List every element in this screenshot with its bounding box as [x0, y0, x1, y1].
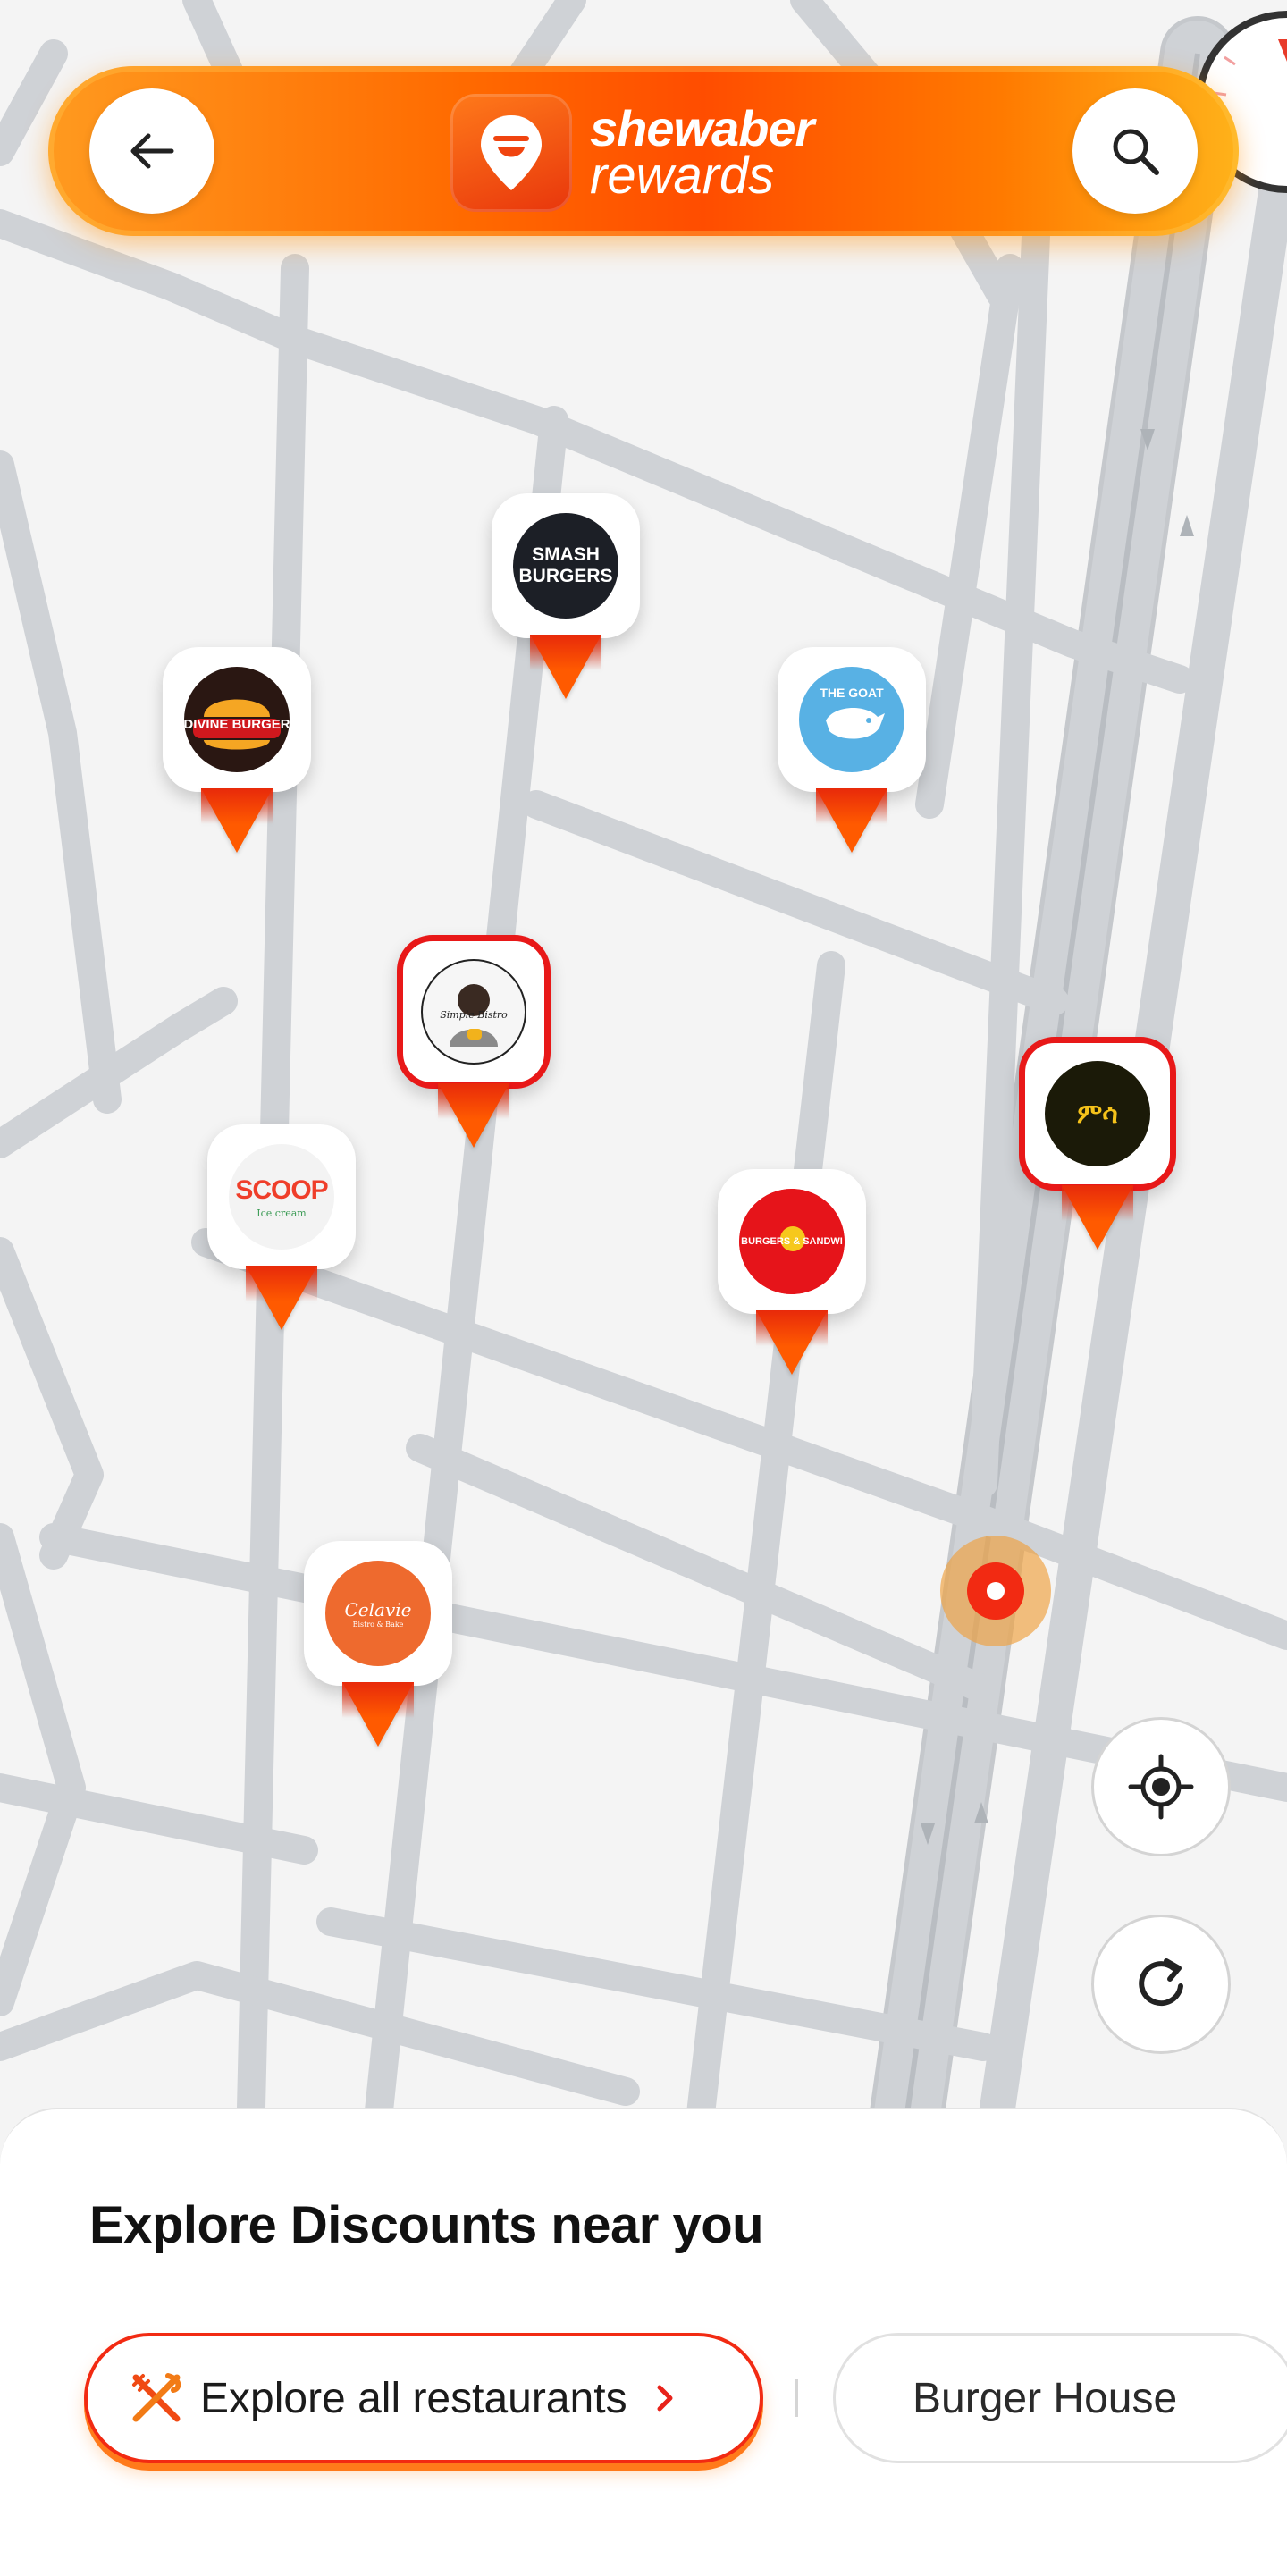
restaurant-pin-burgers-sandwich[interactable]: BURGERS & SANDWI	[718, 1169, 866, 1375]
svg-text:BURGERS & SANDWI: BURGERS & SANDWI	[741, 1236, 843, 1247]
pin-pointer-icon	[816, 788, 887, 853]
restaurant-logo: Celavie Bistro & Bake	[325, 1561, 431, 1666]
chip-label: Burger House	[913, 2374, 1178, 2422]
restaurant-pin-divine-burger[interactable]: DIVINE BURGER	[163, 647, 311, 853]
restaurant-pin-celavie[interactable]: Celavie Bistro & Bake	[304, 1541, 452, 1747]
restaurant-pin-simple-bistro[interactable]: Simple Bistro	[397, 935, 551, 1148]
chip-explore-all-restaurants[interactable]: Explore all restaurants	[84, 2333, 763, 2463]
svg-text:THE GOAT: THE GOAT	[820, 686, 884, 700]
category-chips: Explore all restaurants Burger House	[84, 2333, 1287, 2467]
restaurant-logo: THE GOAT	[799, 667, 904, 772]
brand-logo-icon	[450, 94, 572, 212]
recenter-button[interactable]	[1091, 1717, 1231, 1856]
restaurant-logo: SCOOP Ice cream	[229, 1144, 334, 1250]
sheet-title: Explore Discounts near you	[89, 2196, 764, 2254]
chevron-right-icon	[657, 2385, 673, 2412]
restaurant-logo: ምሳ	[1045, 1061, 1150, 1166]
pin-pointer-icon	[1062, 1185, 1133, 1250]
restaurant-pin-the-goat[interactable]: THE GOAT	[778, 647, 926, 853]
crosshair-icon	[1128, 1754, 1194, 1820]
refresh-button[interactable]	[1091, 1915, 1231, 2054]
restaurant-pin-smash-burgers[interactable]: SMASH BURGERS	[492, 493, 640, 699]
pin-pointer-icon	[438, 1083, 509, 1148]
refresh-icon	[1139, 1958, 1183, 2007]
pin-pointer-icon	[246, 1266, 317, 1330]
chip-label: Explore all restaurants	[200, 2374, 627, 2422]
restaurant-logo: Simple Bistro	[421, 959, 526, 1065]
top-bar: shewaber rewards	[48, 66, 1239, 236]
current-location-marker	[940, 1536, 1051, 1646]
pin-pointer-icon	[756, 1310, 828, 1375]
restaurant-logo: BURGERS & SANDWI	[739, 1189, 845, 1294]
brand-subtitle: rewards	[590, 147, 775, 205]
arrow-left-icon	[130, 133, 174, 169]
restaurant-logo: SMASH BURGERS	[513, 513, 618, 619]
pin-pointer-icon	[530, 635, 601, 699]
restaurant-pin-scoop[interactable]: SCOOP Ice cream	[207, 1124, 356, 1330]
restaurant-pin-misa[interactable]: ምሳ	[1019, 1037, 1176, 1250]
chip-burger-house[interactable]: Burger House	[833, 2333, 1287, 2463]
bottom-sheet: Explore Discounts near you Explore all r…	[0, 2108, 1287, 2576]
restaurant-logo: DIVINE BURGER	[184, 667, 290, 772]
search-button[interactable]	[1072, 88, 1198, 214]
brand: shewaber rewards	[450, 94, 814, 212]
chip-divider	[795, 2379, 798, 2417]
search-icon	[1113, 129, 1159, 175]
back-button[interactable]	[89, 88, 214, 214]
svg-text:Simple Bistro: Simple Bistro	[440, 1009, 508, 1021]
svg-text:DIVINE BURGER: DIVINE BURGER	[184, 717, 290, 732]
pin-pointer-icon	[342, 1682, 414, 1747]
pin-pointer-icon	[201, 788, 273, 853]
fork-knife-icon	[132, 2373, 181, 2422]
